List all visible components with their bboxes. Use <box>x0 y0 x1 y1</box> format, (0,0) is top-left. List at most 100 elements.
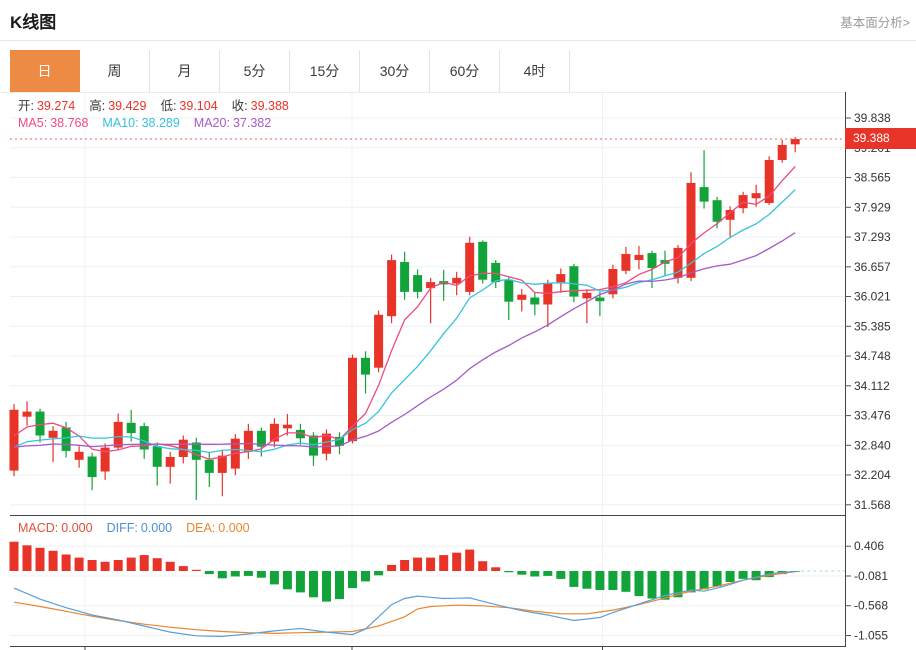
candle-body <box>62 428 71 451</box>
candle-body <box>10 410 19 471</box>
ma-legend: MA5:38.768MA10:38.289MA20:37.382 <box>18 116 285 130</box>
candle-body <box>491 263 500 282</box>
macd-bar <box>413 558 422 571</box>
period-tab-3[interactable]: 月 <box>150 50 220 92</box>
period-tab-5[interactable]: 15分 <box>290 50 360 92</box>
y-axis-label: 37.293 <box>854 230 891 244</box>
macd-bar <box>504 571 513 572</box>
candle-body <box>23 412 32 417</box>
macd-bar <box>49 551 58 571</box>
macd-bar <box>140 555 149 571</box>
macd-bar <box>400 560 409 571</box>
legend-label: 收: <box>232 99 248 113</box>
macd-bar <box>595 571 604 590</box>
period-tab-1[interactable]: 日 <box>10 50 80 92</box>
legend-value: 39.429 <box>108 99 146 113</box>
macd-bar <box>439 555 448 571</box>
macd-bar <box>374 571 383 575</box>
macd-bar <box>283 571 292 589</box>
macd-bar <box>75 558 84 571</box>
y-axis-label: 38.565 <box>854 171 891 185</box>
macd-bar <box>700 571 709 589</box>
legend-value: 0.000 <box>141 521 172 535</box>
candle-body <box>36 412 45 436</box>
y-axis-label: 32.840 <box>854 438 891 452</box>
macd-legend: MACD:0.000DIFF:0.000DEA:0.000 <box>18 521 264 535</box>
candle-body <box>778 145 787 160</box>
period-tab-2[interactable]: 周 <box>80 50 150 92</box>
candle-body <box>374 315 383 368</box>
y-axis-label: 36.657 <box>854 260 891 274</box>
macd-bar <box>739 571 748 579</box>
macd-bar <box>726 571 735 582</box>
candle-body <box>244 431 253 452</box>
candle-body <box>621 254 630 271</box>
macd-bar <box>23 545 32 571</box>
macd-bar <box>556 571 565 579</box>
candle-body <box>517 295 526 300</box>
macd-bar <box>36 548 45 571</box>
macd-bar <box>348 571 357 588</box>
candle-body <box>569 266 578 296</box>
macd-bar <box>608 571 617 590</box>
candle-body <box>648 253 657 268</box>
legend-value: 39.274 <box>37 99 75 113</box>
legend-label: 开: <box>18 99 34 113</box>
macd-bar <box>569 571 578 587</box>
y-axis-label: 0.406 <box>854 539 884 553</box>
legend-label: DIFF: <box>107 521 138 535</box>
macd-bar <box>543 571 552 576</box>
macd-bar <box>231 571 240 577</box>
y-axis-label: 37.929 <box>854 200 891 214</box>
macd-bar <box>166 562 175 571</box>
y-axis-label: -0.081 <box>854 569 888 583</box>
legend-label: MA10: <box>102 116 138 130</box>
macd-bar <box>478 561 487 571</box>
macd-bar <box>10 542 19 571</box>
candle-body <box>700 187 709 202</box>
candle-body <box>387 260 396 316</box>
macd-bar <box>153 558 162 571</box>
legend-label: MACD: <box>18 521 58 535</box>
legend-label: DEA: <box>186 521 215 535</box>
period-tab-6[interactable]: 30分 <box>360 50 430 92</box>
macd-bar <box>426 558 435 571</box>
candle-body <box>361 358 370 375</box>
candle-body <box>309 436 318 456</box>
y-axis-label: 36.021 <box>854 290 891 304</box>
macd-bar <box>88 560 97 571</box>
legend-label: 低: <box>160 99 176 113</box>
period-tab-7[interactable]: 60分 <box>430 50 500 92</box>
period-tab-8[interactable]: 4时 <box>500 50 570 92</box>
macd-bar <box>257 571 266 578</box>
candle-body <box>713 200 722 222</box>
macd-bar <box>621 571 630 592</box>
macd-bar <box>387 565 396 571</box>
candle-body <box>465 243 474 292</box>
macd-bar <box>687 571 696 592</box>
candle-body <box>504 280 513 302</box>
macd-bar <box>114 560 123 571</box>
candle-body <box>595 298 604 302</box>
candle-body <box>283 425 292 429</box>
period-tab-bar: 日周月5分15分30分60分4时 <box>10 50 570 92</box>
candle-body <box>413 275 422 292</box>
y-axis-label: 35.385 <box>854 319 891 333</box>
legend-value: 39.388 <box>251 99 289 113</box>
macd-bar <box>465 550 474 571</box>
macd-bar <box>452 553 461 571</box>
candle-body <box>153 446 162 467</box>
y-axis-label: -1.055 <box>854 629 888 643</box>
macd-bar <box>361 571 370 581</box>
candle-body <box>127 423 136 433</box>
macd-bar <box>713 571 722 586</box>
candle-body <box>166 457 175 467</box>
period-tab-4[interactable]: 5分 <box>220 50 290 92</box>
y-axis-label: 33.476 <box>854 409 891 423</box>
y-axis-label: -0.568 <box>854 599 888 613</box>
legend-value: 38.289 <box>142 116 180 130</box>
y-axis-label: 31.568 <box>854 498 891 512</box>
candle-body <box>205 460 214 473</box>
macd-bar <box>491 567 500 571</box>
legend-label: 高: <box>89 99 105 113</box>
